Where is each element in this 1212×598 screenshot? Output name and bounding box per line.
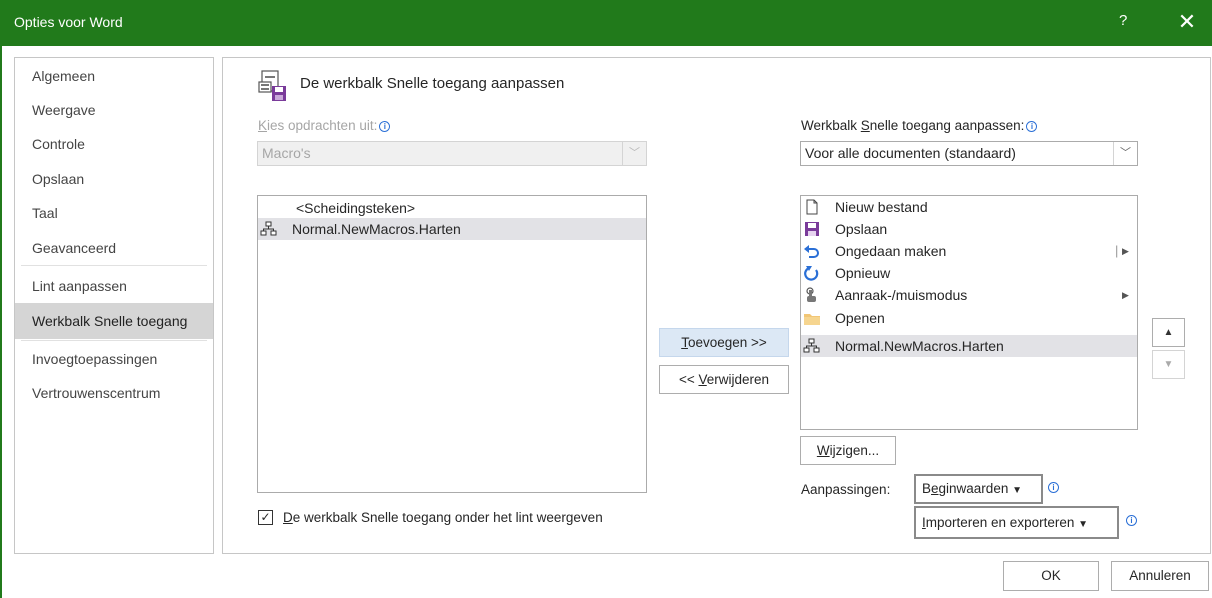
nav-item-controle[interactable]: Controle — [15, 126, 213, 162]
label-text: B — [922, 481, 932, 496]
label-text: ginwaarden — [938, 481, 1009, 496]
list-item[interactable]: <Scheidingsteken> — [258, 197, 646, 219]
quick-access-toolbar-icon — [258, 70, 286, 101]
reset-dropdown[interactable]: Beginwaarden ▼ — [914, 474, 1043, 504]
info-icon[interactable]: i — [1126, 515, 1137, 526]
label-text: mporteren en exporteren — [925, 515, 1075, 530]
triangle-down-icon: ▼ — [1163, 359, 1174, 370]
label-accelerator: W — [816, 443, 830, 458]
show-below-ribbon-label: De werkbalk Snelle toegang onder het lin… — [283, 510, 603, 525]
list-item[interactable]: Opslaan — [801, 218, 1137, 240]
label-accelerator: e — [931, 481, 939, 496]
label-accelerator: S — [860, 118, 870, 133]
toolbar-commands-list[interactable]: Nieuw bestand Opslaan Ongedaan maken | ▶… — [800, 195, 1138, 430]
list-item-label: Openen — [835, 310, 885, 326]
undo-icon — [804, 245, 819, 258]
label-accelerator: V — [698, 372, 707, 387]
move-down-button[interactable]: ▼ — [1152, 350, 1185, 379]
move-up-button[interactable]: ▲ — [1152, 318, 1185, 347]
label-accelerator: K — [258, 118, 268, 133]
customizations-label: Aanpassingen: — [801, 482, 891, 497]
window-border — [0, 46, 2, 598]
label-text: ijzigen... — [829, 443, 880, 458]
label-text: erwijderen — [706, 372, 770, 387]
list-item[interactable]: Opnieuw — [801, 262, 1137, 284]
macro-icon — [260, 221, 277, 236]
triangle-up-icon: ▲ — [1163, 327, 1174, 338]
help-button[interactable]: ? — [1119, 12, 1127, 29]
list-item[interactable]: Normal.NewMacros.Harten — [258, 218, 646, 240]
list-item[interactable]: Nieuw bestand — [801, 196, 1137, 218]
label-text: e werkbalk Snelle toegang onder het lint… — [292, 510, 603, 525]
customize-toolbar-label: Werkbalk Snelle toegang aanpassen: i — [801, 118, 1038, 133]
dropdown-value: Macro's — [262, 145, 311, 161]
nav-item-invoegtoepassingen[interactable]: Invoegtoepassingen — [15, 341, 213, 377]
list-item[interactable]: Normal.NewMacros.Harten — [801, 335, 1137, 357]
list-item[interactable]: Openen — [801, 307, 1137, 329]
cancel-button[interactable]: Annuleren — [1111, 561, 1209, 591]
import-export-dropdown[interactable]: Importeren en exporteren ▼ — [914, 506, 1119, 539]
list-item[interactable]: Aanraak-/muismodus ▶ — [801, 284, 1137, 306]
folder-icon — [804, 314, 820, 325]
label-text: << — [678, 372, 699, 387]
list-item-label: <Scheidingsteken> — [296, 200, 416, 216]
choose-commands-dropdown[interactable]: Macro's ﹀ — [257, 141, 647, 166]
submenu-arrow-icon[interactable]: ▶ — [1122, 240, 1129, 262]
submenu-arrow-icon[interactable]: ▶ — [1122, 284, 1129, 306]
modify-button[interactable]: Wijzigen... — [800, 436, 896, 465]
list-item-label: Opslaan — [835, 221, 888, 237]
label-text: nelle toegang aanpassen: — [869, 118, 1025, 133]
window-title: Opties voor Word — [14, 14, 123, 30]
label-text: Werkbalk — [801, 118, 861, 133]
customize-toolbar-dropdown[interactable]: Voor alle documenten (standaard) ﹀ — [800, 141, 1138, 166]
options-navigation: Algemeen Weergave Controle Opslaan Taal … — [14, 57, 214, 554]
caret-down-icon: ▼ — [1078, 519, 1089, 530]
submenu-separator: | — [1115, 243, 1119, 258]
new-document-icon — [806, 199, 818, 215]
nav-item-geavanceerd[interactable]: Geavanceerd — [15, 230, 213, 266]
list-item-label: Ongedaan maken — [835, 243, 947, 259]
info-icon[interactable]: i — [1026, 121, 1038, 132]
section-title: De werkbalk Snelle toegang aanpassen — [300, 75, 565, 92]
caret-down-icon: ▼ — [1012, 485, 1023, 496]
list-item[interactable]: Ongedaan maken | ▶ — [801, 240, 1137, 262]
close-button[interactable]: ✕ — [1174, 8, 1200, 36]
nav-item-werkbalk-snelle-toegang[interactable]: Werkbalk Snelle toegang — [15, 303, 213, 339]
add-button[interactable]: Toevoegen >> — [659, 328, 789, 357]
label-text: oevoegen >> — [687, 335, 767, 350]
info-icon[interactable]: i — [379, 121, 391, 132]
list-item-label: Normal.NewMacros.Harten — [835, 338, 1004, 354]
save-icon — [805, 222, 819, 236]
show-below-ribbon-checkbox[interactable]: ✓ — [258, 510, 273, 525]
touch-mode-icon — [806, 287, 816, 302]
nav-item-weergave[interactable]: Weergave — [15, 92, 213, 128]
choose-commands-label: Kies opdrachten uit: i — [258, 118, 391, 133]
remove-button[interactable]: << Verwijderen — [659, 365, 789, 394]
ok-button[interactable]: OK — [1003, 561, 1099, 591]
available-commands-list[interactable]: <Scheidingsteken> Normal.NewMacros.Harte… — [257, 195, 647, 493]
nav-separator — [21, 265, 207, 266]
label-accelerator: D — [283, 510, 293, 525]
nav-item-vertrouwenscentrum[interactable]: Vertrouwenscentrum — [15, 375, 213, 411]
macro-icon — [803, 338, 820, 353]
nav-item-opslaan[interactable]: Opslaan — [15, 161, 213, 197]
nav-item-algemeen[interactable]: Algemeen — [15, 58, 213, 94]
label-text: ies opdrachten uit: — [267, 118, 378, 133]
list-item-label: Nieuw bestand — [835, 199, 928, 215]
redo-icon — [804, 266, 819, 281]
label-accelerator: T — [681, 335, 688, 350]
list-item-label: Aanraak-/muismodus — [835, 287, 968, 303]
dropdown-value: Voor alle documenten (standaard) — [805, 145, 1016, 161]
nav-item-lint-aanpassen[interactable]: Lint aanpassen — [15, 268, 213, 304]
chevron-down-icon: ﹀ — [622, 142, 646, 165]
nav-item-taal[interactable]: Taal — [15, 195, 213, 231]
chevron-down-icon: ﹀ — [1113, 142, 1137, 165]
list-item-label: Normal.NewMacros.Harten — [292, 221, 461, 237]
info-icon[interactable]: i — [1048, 482, 1059, 493]
list-item-label: Opnieuw — [835, 265, 891, 281]
title-bar: Opties voor Word ? ✕ — [0, 0, 1212, 46]
